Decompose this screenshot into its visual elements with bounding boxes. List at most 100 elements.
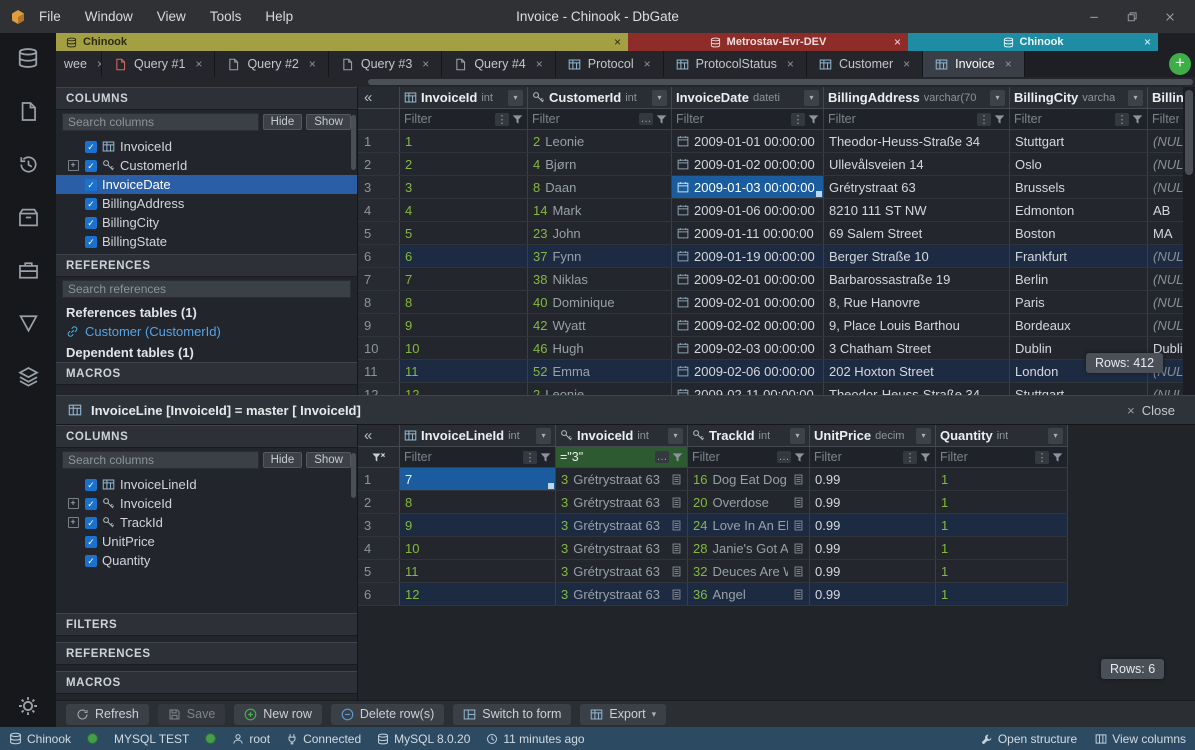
filter-invoiceid[interactable]: Filter⋮ [400,109,528,129]
filter-menu-icon[interactable]: … [639,113,653,125]
row-number[interactable]: 11 [358,360,400,382]
row-number[interactable]: 3 [358,176,400,198]
open-structure-button[interactable]: Open structure [981,732,1077,746]
panel-scrollbar[interactable] [351,115,356,170]
column-header-invoiceid[interactable]: InvoiceIdint▾ [400,87,528,108]
menu-help[interactable]: Help [254,5,304,28]
filter-menu-icon[interactable]: ⋮ [791,113,805,126]
cell-unit-price[interactable]: 0.99 [810,537,936,559]
cell-invoice-id[interactable]: 3Grétrystraat 63 [556,468,688,490]
close-button[interactable] [1155,5,1185,29]
new-row-button[interactable]: New row [234,704,322,725]
cell-quantity[interactable]: 1 [936,537,1068,559]
column-item-invoicelineid[interactable]: ✓InvoiceLineId [56,475,357,494]
column-header-quantity[interactable]: Quantityint▾ [936,425,1068,446]
row-number[interactable]: 12 [358,383,400,395]
cell-billing-city[interactable]: Stuttgart [1010,130,1148,152]
columns-section-header[interactable]: COLUMNS [56,425,357,448]
clear-filter-icon[interactable] [372,451,385,464]
references-section-header[interactable]: REFERENCES [56,642,357,665]
funnel-icon[interactable] [994,114,1005,125]
cell-invoice-id[interactable]: 11 [400,360,528,382]
filter-quantity[interactable]: Filter⋮ [936,447,1068,467]
search-references-input[interactable] [62,280,351,298]
tab-close-icon[interactable]: × [422,57,429,71]
connections-icon[interactable] [17,47,39,69]
cell-billing-city[interactable]: Paris [1010,291,1148,313]
cell-invoice-line-id[interactable]: 8 [400,491,556,513]
funnel-icon[interactable] [540,452,551,463]
collapse-panel-button[interactable]: « [358,87,400,108]
checkbox[interactable]: ✓ [85,217,97,229]
row-number[interactable]: 1 [358,468,400,490]
macros-section-header[interactable]: MACROS [56,671,357,694]
row-number[interactable]: 9 [358,314,400,336]
cell-billing-city[interactable]: Edmonton [1010,199,1148,221]
cell-quantity[interactable]: 1 [936,560,1068,582]
cell-invoice-id[interactable]: 4 [400,199,528,221]
cell-customer-id[interactable]: 14Mark [528,199,672,221]
cell-billing-state[interactable]: (NULL) [1148,176,1183,198]
settings-gear-icon[interactable] [17,695,39,717]
filter-invoiceid-active[interactable]: ="3"… [556,447,688,467]
show-button[interactable]: Show [306,452,351,468]
cell-invoice-date[interactable]: 2009-02-01 00:00:00 [672,268,824,290]
filter-menu-icon[interactable]: ⋮ [1115,113,1129,126]
column-item-billingcity[interactable]: ✓BillingCity [56,213,357,232]
row-number[interactable]: 10 [358,337,400,359]
panel-scrollbar[interactable] [351,453,356,498]
cell-track-id[interactable]: 28Janie's Got A Gun [688,537,810,559]
cell-quantity[interactable]: 1 [936,514,1068,536]
cell-billing-address[interactable]: Barbarossastraße 19 [824,268,1010,290]
cell-billing-address[interactable]: 8210 111 ST NW [824,199,1010,221]
funnel-icon[interactable] [1052,452,1063,463]
cell-billing-state[interactable]: AB [1148,199,1183,221]
cell-track-id[interactable]: 20Overdose [688,491,810,513]
tab-group-chinook-2[interactable]: Chinook × [908,33,1158,51]
column-header-customerid[interactable]: CustomerIdint▾ [528,87,672,108]
column-item-billingstate[interactable]: ✓BillingState [56,232,357,251]
cell-quantity[interactable]: 1 [936,468,1068,490]
archive-icon[interactable] [18,207,39,228]
plugins-icon[interactable] [18,260,39,281]
tab-close-icon[interactable]: × [644,57,651,71]
filter-customerid[interactable]: Filter… [528,109,672,129]
cell-customer-id[interactable]: 23John [528,222,672,244]
cell-invoice-date[interactable]: 2009-02-11 00:00:00 [672,383,824,395]
row-number[interactable]: 8 [358,291,400,313]
cell-billing-city[interactable]: Boston [1010,222,1148,244]
column-header-billingstate[interactable]: BillingState [1148,87,1183,108]
column-header-invoiceid[interactable]: InvoiceIdint▾ [556,425,688,446]
cell-unit-price[interactable]: 0.99 [810,560,936,582]
search-columns-input[interactable] [62,113,259,131]
row-number[interactable]: 4 [358,537,400,559]
cell-invoice-date[interactable]: 2009-01-11 00:00:00 [672,222,824,244]
row-number[interactable]: 2 [358,153,400,175]
cell-billing-state[interactable]: (NULL) [1148,245,1183,267]
expander-icon[interactable]: + [68,498,79,509]
cell-track-id[interactable]: 16Dog Eat Dog [688,468,810,490]
cell-billing-address[interactable]: Berger Straße 10 [824,245,1010,267]
cell-billing-city[interactable]: Stuttgart [1010,383,1148,395]
cell-invoice-id[interactable]: 3Grétrystraat 63 [556,491,688,513]
cell-customer-id[interactable]: 4Bjørn [528,153,672,175]
cell-customer-id[interactable]: 2Leonie [528,383,672,395]
filter-billingcity[interactable]: Filter⋮ [1010,109,1148,129]
cell-invoice-id[interactable]: 12 [400,383,528,395]
column-dropdown-icon[interactable]: ▾ [790,428,805,444]
cell-billing-address[interactable]: 202 Hoxton Street [824,360,1010,382]
group-close-icon[interactable]: × [614,35,621,49]
tab-query-3[interactable]: Query #3× [329,51,442,77]
column-item-trackid[interactable]: +✓TrackId [56,513,357,532]
close-detail-button[interactable]: ×Close [1127,403,1175,418]
columns-section-header[interactable]: COLUMNS [56,87,357,110]
column-header-invoicelineid[interactable]: InvoiceLineIdint▾ [400,425,556,446]
tab-customer[interactable]: Customer× [807,51,923,77]
tab-close-icon[interactable]: × [903,57,910,71]
restore-button[interactable] [1117,5,1147,29]
cell-invoice-line-id[interactable]: 7 [400,468,556,490]
cell-customer-id[interactable]: 40Dominique [528,291,672,313]
checkbox[interactable]: ✓ [85,517,97,529]
cell-quantity[interactable]: 1 [936,491,1068,513]
funnel-icon[interactable] [656,114,667,125]
